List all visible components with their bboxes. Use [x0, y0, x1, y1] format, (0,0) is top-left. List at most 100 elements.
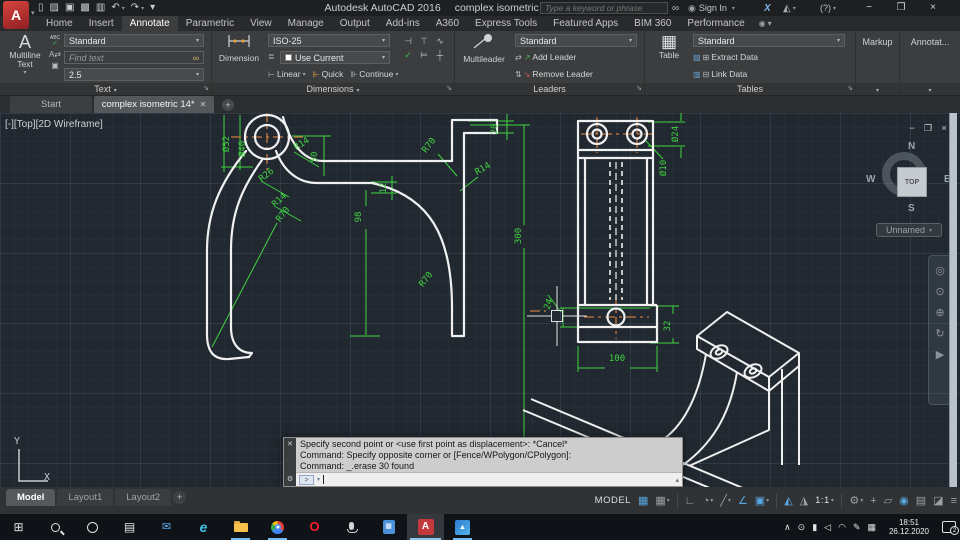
dimensions-dialog-launcher-icon[interactable]	[446, 84, 452, 94]
annotation-autoscale-toggle[interactable]: ◮	[800, 494, 808, 508]
vertical-scrollbar[interactable]	[949, 113, 957, 487]
help-button[interactable]: (?) ▾	[820, 0, 836, 16]
minimize-button[interactable]: −	[858, 0, 880, 15]
named-view-dropdown[interactable]: Unnamed ▾	[876, 223, 942, 237]
save-button[interactable]: ▣	[65, 0, 74, 16]
close-button[interactable]: ×	[922, 0, 944, 15]
application-menu-button[interactable]: A	[3, 1, 29, 29]
mail-app[interactable]: ✉	[148, 514, 185, 540]
dropdown-caret-icon[interactable]: ▾	[860, 494, 863, 508]
command-input-row[interactable]: > ▾ ▴	[296, 472, 682, 486]
tables-dialog-launcher-icon[interactable]	[847, 84, 853, 94]
search-icon[interactable]: ∞	[672, 0, 679, 16]
isolate-objects-button[interactable]: ◪	[933, 494, 943, 508]
object-snap-toggle[interactable]: ▣ ▾	[755, 494, 769, 508]
dropdown-caret-icon[interactable]: ▾	[122, 5, 125, 12]
close-icon[interactable]: ✕	[287, 441, 293, 448]
annotation-scale-button[interactable]: 1:1 ▾	[815, 494, 834, 508]
voice-recorder-app[interactable]	[333, 514, 370, 540]
dropdown-caret-icon[interactable]: ▾	[710, 494, 713, 508]
ribbon-tab-insert[interactable]: Insert	[81, 16, 122, 31]
extract-data-button[interactable]: ▧ ⊞ Extract Data	[693, 52, 758, 62]
autocad-app[interactable]: A	[407, 514, 444, 540]
drawing-tab[interactable]: complex isometric 14* ✕	[94, 96, 214, 113]
leaders-dialog-launcher-icon[interactable]	[636, 84, 642, 94]
link-data-button[interactable]: ▥ ⊟ Link Data	[693, 69, 747, 79]
task-view-button[interactable]: ▤	[111, 514, 148, 540]
viewcube-top-face[interactable]: TOP	[897, 167, 927, 197]
update-icon[interactable]: ⊨	[416, 50, 432, 64]
text-dialog-launcher-icon[interactable]	[203, 84, 209, 94]
undo-button[interactable]: ↶	[111, 0, 119, 16]
tray-app-icon[interactable]: ⊙	[798, 522, 806, 533]
recent-commands-caret-icon[interactable]: ▾	[317, 476, 320, 483]
app-store-icon[interactable]: ◭ ▾	[783, 0, 796, 16]
dropdown-caret-icon[interactable]: ▾	[141, 5, 144, 12]
zoom-icon[interactable]: ⊕	[935, 307, 944, 319]
open-file-button[interactable]: ▨	[50, 0, 59, 16]
multileader-button[interactable]: Multileader	[458, 33, 510, 64]
center-mark-icon[interactable]: ┼	[432, 50, 448, 64]
ribbon-tab-add-ins[interactable]: Add-ins	[378, 16, 428, 31]
ribbon-tab-manage[interactable]: Manage	[280, 16, 332, 31]
photos-app[interactable]: ▲	[444, 514, 481, 540]
chevron-down-icon[interactable]: ▾	[732, 5, 735, 12]
add-leader-button[interactable]: ⇄ ↗ Add Leader	[515, 52, 576, 62]
annotation-monitor-button[interactable]: +	[870, 494, 876, 508]
text-align-icon[interactable]: A⇄	[48, 50, 62, 59]
object-snap-tracking-toggle[interactable]: ∠	[738, 494, 748, 508]
chrome-app[interactable]	[259, 514, 296, 540]
battery-icon[interactable]: ▮	[812, 522, 817, 533]
wrench-icon[interactable]: ⚙	[287, 476, 293, 483]
leaders-panel-footer[interactable]: Leaders	[455, 83, 644, 95]
linear-dimension-button[interactable]: ⊢ Linear ▾	[268, 69, 306, 79]
orbit-icon[interactable]: ↻	[935, 328, 944, 340]
ribbon-tab-output[interactable]: Output	[332, 16, 378, 31]
continue-dimension-button[interactable]: ⊪ Continue ▾	[350, 69, 398, 79]
workspace-switching-button[interactable]: ⚙ ▾	[849, 494, 863, 508]
chevron-down-icon[interactable]: ▾	[768, 19, 772, 28]
quick-dimension-button[interactable]: ⊩ Quick	[313, 69, 344, 79]
ribbon-tab-view[interactable]: View	[242, 16, 280, 31]
exchange-apps-icon[interactable]: X	[764, 0, 771, 16]
model-space-button[interactable]: MODEL	[595, 494, 631, 508]
binoculars-icon[interactable]: ∞	[193, 53, 199, 63]
new-layout-button[interactable]: +	[173, 491, 187, 504]
application-menu-caret-icon[interactable]: ▾	[31, 9, 35, 17]
edge-app[interactable]: e	[185, 514, 222, 540]
text-panel-footer[interactable]: Text	[0, 83, 211, 95]
viewport-restore-button[interactable]: ❐	[921, 123, 935, 134]
ribbon-tab-home[interactable]: Home	[38, 16, 81, 31]
action-center-button[interactable]: 2	[942, 521, 959, 535]
restore-button[interactable]: ❐	[890, 0, 912, 15]
network-icon[interactable]: ◠	[838, 522, 846, 533]
showmotion-icon[interactable]: ▶	[936, 349, 944, 361]
ribbon-tab-parametric[interactable]: Parametric	[178, 16, 242, 31]
dropdown-caret-icon[interactable]: ▾	[667, 494, 670, 508]
quick-properties-toggle[interactable]: ▱	[884, 494, 892, 508]
plot-button[interactable]: ▤	[916, 494, 926, 508]
chevron-down-icon[interactable]: ▾	[4, 69, 46, 76]
grid-display-toggle[interactable]: ▦	[638, 494, 648, 508]
ribbon-tab-a360[interactable]: A360	[428, 16, 467, 31]
pen-icon[interactable]: ✎	[853, 522, 861, 533]
keyboard-icon[interactable]: ▦	[867, 522, 876, 533]
navigation-wheel-icon[interactable]: ◎	[935, 265, 945, 277]
remove-leader-button[interactable]: ⇅ ↘ Remove Leader	[515, 69, 593, 79]
search-button[interactable]	[37, 514, 74, 540]
file-explorer-app[interactable]	[222, 514, 259, 540]
start-button[interactable]: ⊞	[0, 514, 37, 540]
find-text-input[interactable]: Find text ∞	[64, 51, 204, 64]
qat-dropdown-button[interactable]: ▾	[150, 0, 155, 16]
start-tab[interactable]: Start	[10, 96, 92, 113]
viewport-controls[interactable]: [-][Top][2D Wireframe]	[5, 119, 103, 130]
viewcube-west[interactable]: W	[866, 174, 875, 185]
isometric-drafting-toggle[interactable]: ╱ ▾	[720, 494, 731, 508]
annotate-panel[interactable]: Annotat...	[900, 31, 960, 95]
ribbon-tab-bim-360[interactable]: BIM 360	[626, 16, 679, 31]
tables-panel-footer[interactable]: Tables	[645, 83, 855, 95]
sign-in-button[interactable]: ◉ Sign In ▾	[688, 0, 735, 16]
dimensions-panel-footer[interactable]: Dimensions	[212, 83, 454, 95]
ortho-mode-toggle[interactable]: ∟	[685, 494, 696, 508]
command-line-window[interactable]: ✕ ⚙ Specify second point or <use first p…	[283, 437, 683, 487]
